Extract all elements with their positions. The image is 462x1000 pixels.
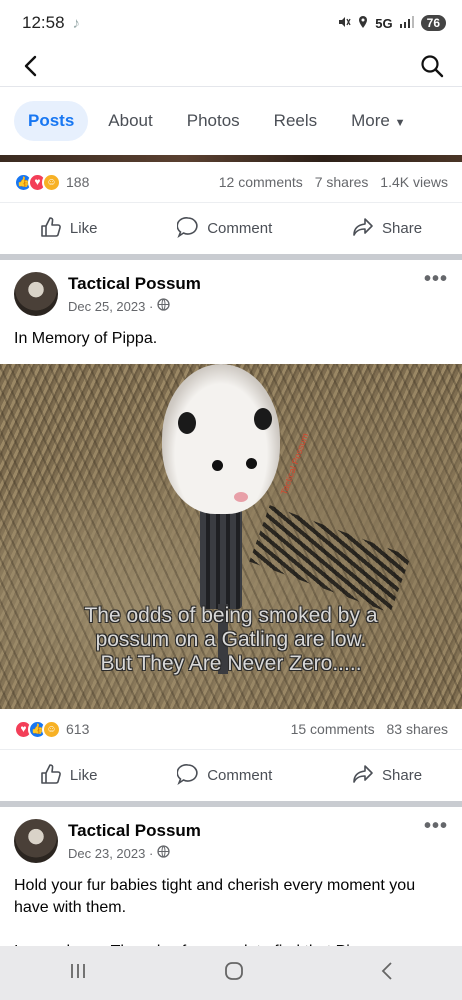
like-button[interactable]: Like: [40, 763, 98, 789]
image-possum: [162, 364, 280, 514]
post-text: In Memory of Pippa.: [14, 330, 158, 347]
share-button[interactable]: Share: [352, 763, 422, 789]
comment-button[interactable]: Comment: [176, 216, 273, 242]
location-icon: [357, 15, 369, 32]
image-gatling-barrels: [200, 499, 242, 609]
reaction-count: 188: [66, 174, 90, 190]
tab-posts[interactable]: Posts: [14, 101, 89, 141]
tab-photos[interactable]: Photos: [173, 101, 254, 141]
post-image[interactable]: Tactical Possum The odds of being smoked…: [0, 364, 462, 709]
system-nav-bar: [0, 946, 462, 1000]
tab-more-label: More: [351, 111, 390, 130]
post-date: Dec 23, 2023 ·: [68, 845, 424, 861]
like-icon: [40, 216, 62, 242]
post-text: Hold your fur babies tight and cherish e…: [14, 877, 416, 916]
search-icon[interactable]: [418, 52, 446, 80]
post-author[interactable]: Tactical Possum: [68, 274, 424, 294]
share-icon: [352, 763, 374, 789]
image-possum-nose: [234, 492, 248, 502]
chevron-down-icon: ▼: [394, 117, 406, 129]
comments-count[interactable]: 15 comments: [291, 721, 375, 737]
profile-tabs: Posts About Photos Reels More ▼: [0, 87, 462, 155]
status-time: 12:58: [22, 13, 65, 32]
reactions-summary[interactable]: 👍 ♥ ☺ 188: [14, 172, 90, 192]
meme-caption: The odds of being smoked by a possum on …: [0, 604, 462, 676]
shares-count[interactable]: 7 shares: [315, 174, 369, 190]
like-icon: [40, 763, 62, 789]
avatar[interactable]: [14, 272, 58, 316]
more-icon[interactable]: •••: [424, 268, 448, 291]
previous-post-image-edge[interactable]: [0, 155, 462, 162]
image-possum-eye-left: [212, 460, 223, 471]
like-label: Like: [69, 767, 98, 784]
tab-reels[interactable]: Reels: [260, 101, 331, 141]
views-count: 1.4K views: [380, 174, 448, 190]
mute-icon: [337, 15, 351, 32]
post-author[interactable]: Tactical Possum: [68, 821, 424, 841]
comment-label: Comment: [207, 220, 273, 237]
tiktok-icon: ♪: [72, 14, 81, 32]
post-stats: ♥ 👍 ☺ 613 15 comments 83 shares: [0, 709, 462, 749]
shares-count[interactable]: 83 shares: [387, 721, 448, 737]
post-header: Tactical Possum Dec 23, 2023 · •••: [0, 807, 462, 869]
tab-about[interactable]: About: [94, 101, 166, 141]
comment-icon: [176, 216, 199, 242]
post-actions: Like Comment Share: [0, 202, 462, 254]
share-label: Share: [382, 767, 423, 784]
back-icon[interactable]: [16, 52, 44, 80]
status-bar: 12:58 ♪ 5G 76: [0, 0, 462, 46]
more-icon[interactable]: •••: [424, 815, 448, 838]
reaction-count: 613: [66, 721, 90, 737]
home-icon[interactable]: [224, 961, 244, 986]
post-header: Tactical Possum Dec 25, 2023 · •••: [0, 260, 462, 322]
comment-button[interactable]: Comment: [176, 763, 273, 789]
comment-icon: [176, 763, 199, 789]
signal-icon: [399, 15, 415, 31]
network-label: 5G: [375, 15, 393, 31]
image-possum-eye-right: [246, 458, 257, 469]
share-button[interactable]: Share: [352, 216, 422, 242]
post-date: Dec 25, 2023 ·: [68, 298, 424, 314]
image-possum-ear-left: [178, 412, 196, 434]
meme-line-2: possum on a Gatling are low.: [95, 628, 367, 651]
post-date-label: Dec 23, 2023 ·: [68, 845, 154, 861]
like-button[interactable]: Like: [40, 216, 98, 242]
care-reaction-icon: ☺: [42, 172, 61, 192]
post-stats: 👍 ♥ ☺ 188 12 comments 7 shares 1.4K view…: [0, 162, 462, 202]
meme-line-3: But They Are Never Zero.....: [100, 652, 362, 675]
share-icon: [352, 216, 374, 242]
nav-back-icon[interactable]: [380, 961, 394, 986]
post-date-label: Dec 25, 2023 ·: [68, 298, 154, 314]
share-label: Share: [382, 220, 423, 237]
post-actions: Like Comment Share: [0, 749, 462, 801]
app-bar: [0, 46, 462, 86]
reactions-summary[interactable]: ♥ 👍 ☺ 613: [14, 719, 90, 739]
avatar[interactable]: [14, 819, 58, 863]
globe-icon: [157, 298, 170, 314]
comments-count[interactable]: 12 comments: [219, 174, 303, 190]
care-reaction-icon: ☺: [42, 719, 61, 739]
like-label: Like: [69, 220, 98, 237]
image-possum-ear-right: [254, 408, 272, 430]
battery-badge: 76: [420, 15, 446, 31]
globe-icon: [157, 845, 170, 861]
comment-label: Comment: [207, 767, 273, 784]
recents-icon[interactable]: [68, 962, 88, 985]
tab-more[interactable]: More ▼: [337, 101, 419, 141]
meme-line-1: The odds of being smoked by a: [84, 604, 378, 627]
